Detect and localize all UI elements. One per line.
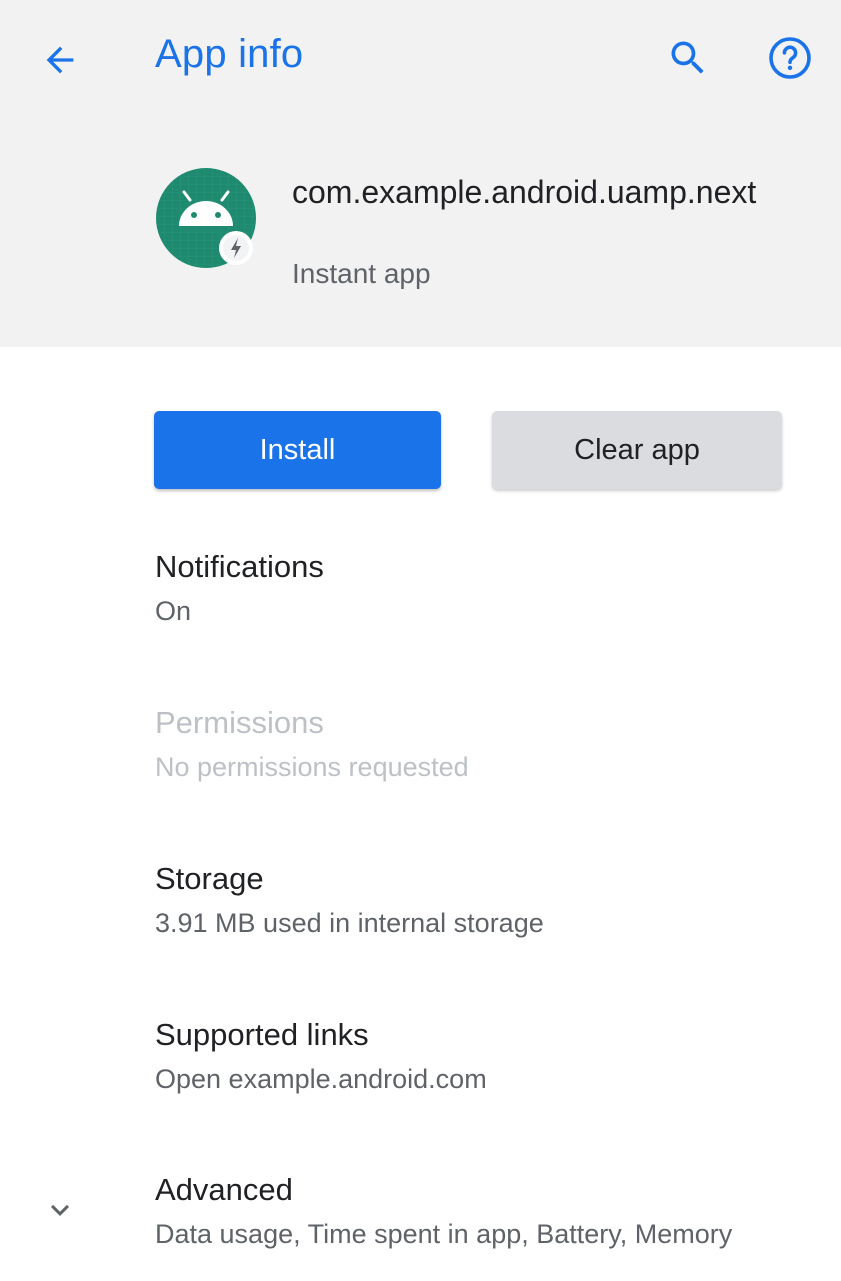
android-instant-app-icon <box>156 168 256 268</box>
supported-links-title: Supported links <box>155 1017 369 1052</box>
clear-app-button[interactable]: Clear app <box>492 411 782 489</box>
storage-subtitle: 3.91 MB used in internal storage <box>155 908 544 938</box>
help-button[interactable] <box>762 30 818 86</box>
notifications-title: Notifications <box>155 549 324 584</box>
app-package-name: com.example.android.uamp.next <box>292 174 757 210</box>
chevron-down-icon <box>51 1204 69 1216</box>
app-header: App info com.example.android.uamp.next I… <box>0 0 841 347</box>
search-icon <box>671 41 704 74</box>
back-button[interactable] <box>30 30 90 90</box>
notifications-item[interactable]: Notifications On <box>155 548 815 628</box>
app-type-label: Instant app <box>292 258 431 289</box>
permissions-item: Permissions No permissions requested <box>155 704 815 784</box>
permissions-title: Permissions <box>155 705 324 740</box>
advanced-subtitle: Data usage, Time spent in app, Battery, … <box>155 1219 733 1249</box>
notifications-subtitle: On <box>155 596 192 626</box>
advanced-title: Advanced <box>155 1172 293 1207</box>
advanced-item[interactable]: Advanced Data usage, Time spent in app, … <box>155 1171 835 1251</box>
storage-item[interactable]: Storage 3.91 MB used in internal storage <box>155 860 815 940</box>
permissions-subtitle: No permissions requested <box>155 752 469 782</box>
help-icon <box>769 37 811 79</box>
app-info-screen: App info com.example.android.uamp.next I… <box>0 0 841 1281</box>
arrow-back-icon <box>46 46 74 74</box>
storage-title: Storage <box>155 861 264 896</box>
page-title: App info <box>155 32 304 76</box>
app-icon <box>156 168 256 268</box>
supported-links-subtitle: Open example.android.com <box>155 1064 487 1094</box>
search-button[interactable] <box>660 30 716 86</box>
expand-advanced-button[interactable] <box>40 1190 80 1230</box>
supported-links-item[interactable]: Supported links Open example.android.com <box>155 1016 815 1096</box>
install-button[interactable]: Install <box>154 411 441 489</box>
